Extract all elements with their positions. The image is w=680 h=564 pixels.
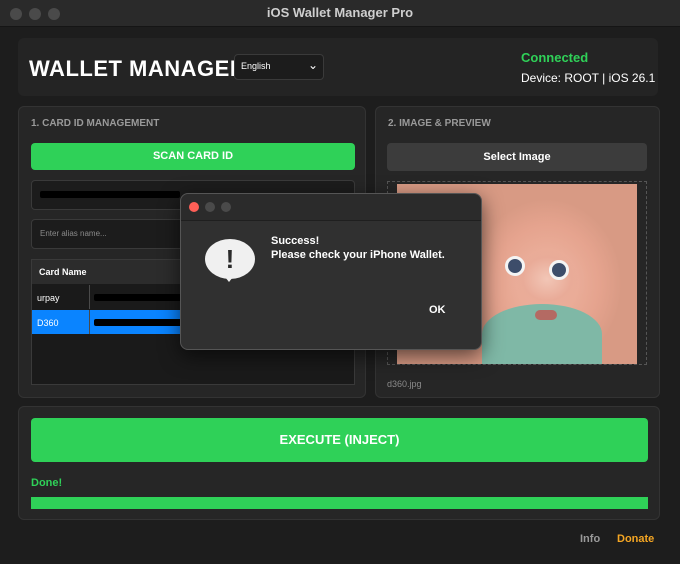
photo-eye-right [549,260,569,280]
card-name-cell: urpay [37,293,60,303]
scan-card-button[interactable]: SCAN CARD ID [31,143,355,170]
window-titlebar: iOS Wallet Manager Pro [0,0,680,27]
progress-fill [31,497,648,509]
window-title: iOS Wallet Manager Pro [266,5,414,20]
execute-button[interactable]: EXECUTE (INJECT) [31,418,648,462]
column-divider [89,310,90,334]
device-info: Device: ROOT | iOS 26.1 [521,71,656,85]
redacted-card-id [40,191,180,198]
column-divider [89,285,90,309]
info-link[interactable]: Info [580,533,600,545]
image-panel-title: 2. IMAGE & PREVIEW [388,118,491,129]
dialog-title: Success! [271,235,320,247]
language-value: English [241,61,271,71]
connection-status: Connected [521,50,589,65]
header-bar: WALLET MANAGER English ⌄ Connected Devic… [18,38,658,96]
card-name-cell: D360 [37,318,59,328]
ok-button[interactable]: OK [429,304,446,316]
redacted-card-value [94,294,184,301]
dialog-zoom-button[interactable] [221,202,231,212]
execute-panel: EXECUTE (INJECT) Done! [18,406,660,520]
select-image-button[interactable]: Select Image [387,143,647,171]
dialog-minimize-button[interactable] [205,202,215,212]
card-panel-title: 1. CARD ID MANAGEMENT [31,118,160,129]
chevron-down-icon: ⌄ [307,58,318,72]
photo-mouth [535,310,557,320]
redacted-card-value [94,319,184,326]
donate-link[interactable]: Donate [617,533,654,545]
app-title: WALLET MANAGER [29,56,247,81]
alias-placeholder: Enter alias name... [40,229,107,238]
column-card-name: Card Name [39,267,87,277]
dialog-titlebar [181,194,481,221]
language-select[interactable]: English ⌄ [234,54,324,80]
success-dialog: ! Success! Please check your iPhone Wall… [180,193,482,350]
image-filename: d360.jpg [387,379,422,389]
progress-bar [31,497,648,509]
status-text: Done! [31,477,63,489]
photo-eye-left [505,256,525,276]
dialog-close-button[interactable] [189,202,199,212]
dialog-message: Please check your iPhone Wallet. [271,249,445,261]
